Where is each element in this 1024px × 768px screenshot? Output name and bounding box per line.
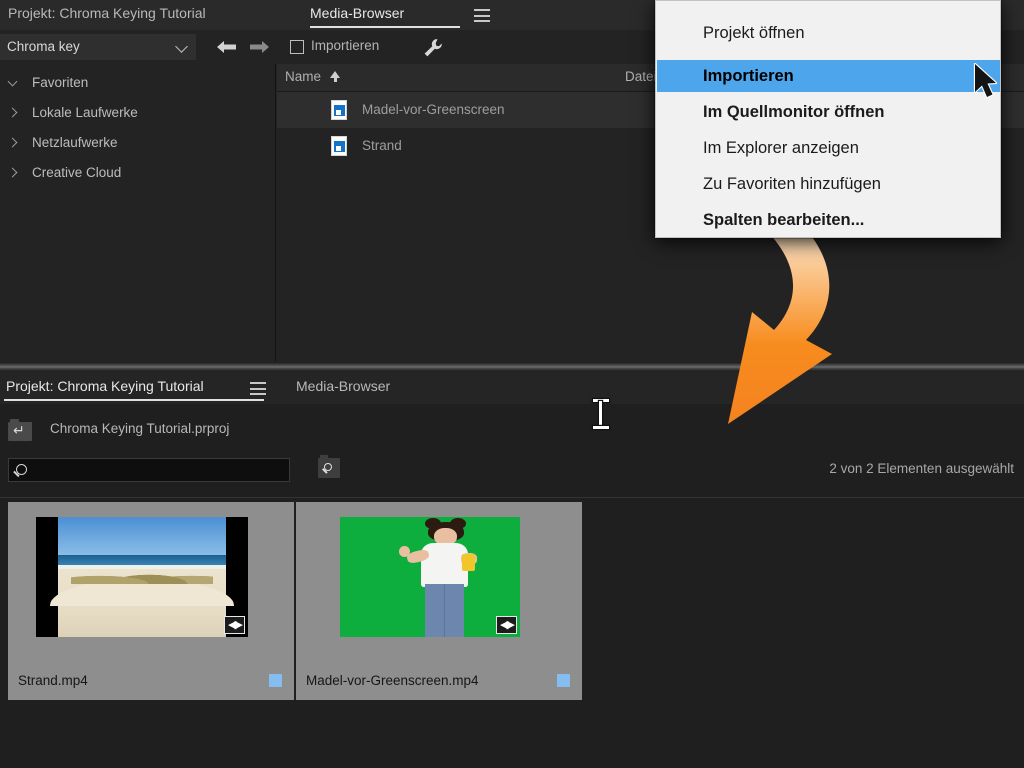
video-clip-icon: ◀▶ (496, 616, 517, 634)
thumbnail-caption: Strand.mp4 (18, 673, 88, 688)
sidebar-item-label: Favoriten (32, 75, 89, 90)
video-clip-icon: ◀▶ (224, 616, 245, 634)
find-in-project-icon[interactable] (318, 455, 340, 478)
thumbnail-image-strand: ◀▶ (36, 517, 248, 637)
arrow-right-icon[interactable] (248, 39, 270, 55)
chevron-right-icon (7, 167, 18, 178)
list-item[interactable]: ◀▶ Madel-vor-Greenscreen.mp4 (296, 502, 582, 700)
active-tab-underline-bottom (4, 399, 264, 401)
project-file-name: Chroma Keying Tutorial.prproj (50, 421, 230, 436)
hamburger-icon[interactable] (474, 9, 490, 22)
chevron-down-icon (175, 40, 188, 53)
list-item[interactable]: ◀▶ Strand.mp4 (8, 502, 294, 700)
sidebar-item-netzlaufwerke[interactable]: Netzlaufwerke (0, 130, 276, 156)
project-tab-bar: Projekt: Chroma Keying Tutorial Media-Br… (0, 372, 1024, 404)
text-ibeam-cursor (593, 398, 609, 430)
sidebar-item-label: Creative Cloud (32, 165, 122, 180)
project-file-row: Chroma Keying Tutorial.prproj (0, 418, 1024, 448)
menu-item-importieren[interactable]: Importieren (657, 60, 1000, 92)
menu-item-im-quellmonitor-oeffnen[interactable]: Im Quellmonitor öffnen (657, 96, 1000, 128)
sidebar-item-lokale-laufwerke[interactable]: Lokale Laufwerke (0, 100, 276, 126)
project-thumbnail-area: ◀▶ Strand.mp4 ◀▶ Madel-vor-Greenscreen.m… (0, 497, 1024, 768)
file-name: Strand (362, 138, 402, 153)
chevron-right-icon (7, 137, 18, 148)
tab-projekt-top[interactable]: Projekt: Chroma Keying Tutorial (8, 5, 206, 21)
column-header-name[interactable]: Name (285, 69, 321, 84)
sidebar-item-creative-cloud[interactable]: Creative Cloud (0, 160, 276, 186)
search-icon (16, 464, 27, 475)
search-input[interactable] (8, 458, 290, 482)
curved-arrow-icon (690, 214, 860, 443)
selection-status-text: 2 von 2 Elementen ausgewählt (829, 461, 1014, 476)
folder-dropdown-value: Chroma key (7, 39, 80, 54)
hamburger-icon[interactable] (250, 382, 266, 395)
menu-item-im-explorer-anzeigen[interactable]: Im Explorer anzeigen (657, 132, 1000, 164)
mouse-pointer-icon (973, 62, 1001, 108)
tab-projekt-bottom[interactable]: Projekt: Chroma Keying Tutorial (6, 378, 204, 394)
import-checkbox-label: Importieren (311, 38, 380, 53)
video-file-icon (331, 136, 347, 156)
context-menu: Projekt öffnen Importieren Im Quellmonit… (655, 0, 1001, 238)
sidebar-item-label: Lokale Laufwerke (32, 105, 138, 120)
import-checkbox[interactable] (290, 40, 304, 54)
app-window: Projekt: Chroma Keying Tutorial Media-Br… (0, 0, 1024, 768)
greenscreen-person-graphic (340, 517, 520, 637)
file-name: Madel-vor-Greenscreen (362, 102, 505, 117)
panel-divider[interactable] (0, 362, 1024, 372)
chevron-down-icon (7, 76, 18, 87)
menu-item-zu-favoriten-hinzufuegen[interactable]: Zu Favoriten hinzufügen (657, 168, 1000, 200)
sort-ascending-icon[interactable] (330, 71, 340, 82)
status-badge (557, 674, 570, 687)
sidebar-item-label: Netzlaufwerke (32, 135, 118, 150)
folder-dropdown[interactable]: Chroma key (0, 34, 196, 60)
media-browser-sidebar: Favoriten Lokale Laufwerke Netzlaufwerke… (0, 64, 276, 362)
project-panel: Projekt: Chroma Keying Tutorial Media-Br… (0, 372, 1024, 768)
tab-media-browser-bottom[interactable]: Media-Browser (296, 378, 390, 394)
status-badge (269, 674, 282, 687)
arrow-left-icon[interactable] (216, 39, 238, 55)
video-file-icon (331, 100, 347, 120)
chevron-right-icon (7, 107, 18, 118)
sidebar-item-favoriten[interactable]: Favoriten (0, 70, 276, 96)
thumbnail-image-greenscreen: ◀▶ (340, 517, 520, 637)
wrench-icon[interactable] (423, 38, 443, 58)
menu-item-spalten-bearbeiten[interactable]: Spalten bearbeiten... (657, 204, 1000, 236)
menu-item-projekt-oeffnen[interactable]: Projekt öffnen (657, 17, 1000, 49)
active-tab-underline-top (310, 26, 460, 28)
thumbnail-caption: Madel-vor-Greenscreen.mp4 (306, 673, 479, 688)
project-folder-icon (8, 419, 32, 441)
beach-scene-graphic (49, 517, 235, 637)
tab-media-browser-top[interactable]: Media-Browser (310, 5, 404, 21)
